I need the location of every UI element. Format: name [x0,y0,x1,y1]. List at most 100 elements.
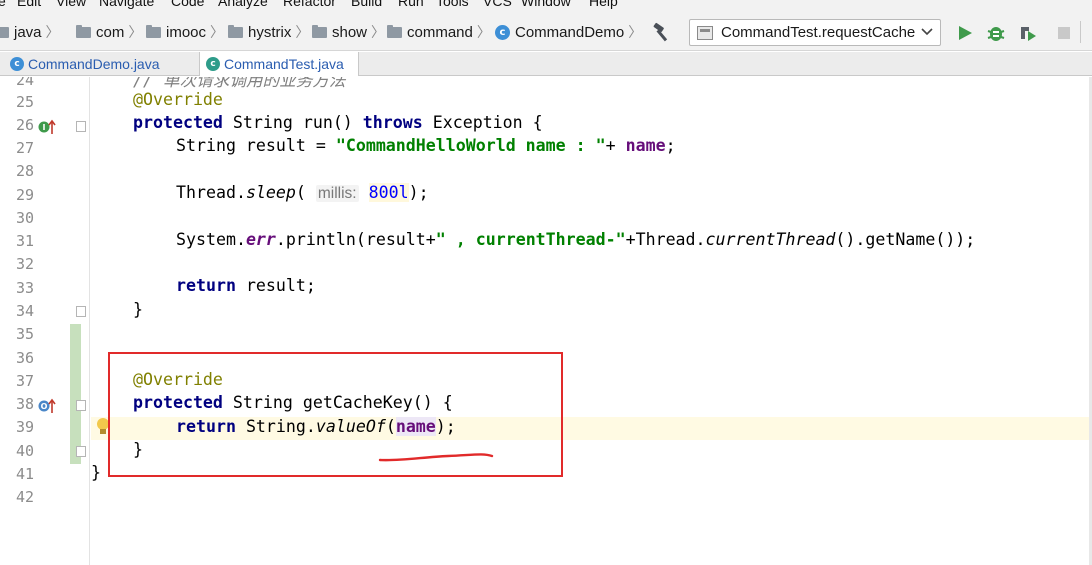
line-number: 25 [15,93,34,111]
code-token: +Thread. [625,230,706,249]
code-token: result; [235,276,316,295]
line-number: 32 [15,255,34,273]
code-line-25: @Override [133,90,223,109]
menu-code[interactable]: Code [171,0,204,9]
editor-gutter: 24 25 26 27 28 29 30 31 32 33 34 35 36 3… [0,77,109,565]
breadcrumb-label: command [407,23,473,41]
fold-toggle[interactable] [76,400,86,411]
run-with-coverage-icon[interactable] [1018,23,1038,43]
svg-text:I: I [43,123,46,132]
string-token: "CommandHelloWorld name : " [335,136,606,155]
debug-bug-icon[interactable] [986,23,1006,43]
breadcrumb-commanddemo[interactable]: c CommandDemo 〉 [495,23,642,41]
breadcrumb-label: hystrix [248,23,292,41]
code-token: String run() [222,113,363,132]
breadcrumb-java[interactable]: java 〉 [0,23,60,41]
breadcrumb-label: com [96,23,125,41]
breadcrumb-hystrix[interactable]: hystrix 〉 [228,23,309,41]
code-editor[interactable]: 24 25 26 27 28 29 30 31 32 33 34 35 36 3… [0,77,1092,565]
line-number: 31 [15,232,34,250]
folder-icon [0,26,9,38]
chevron-right-icon: 〉 [210,24,225,40]
chevron-right-icon: 〉 [628,24,643,40]
fold-toggle[interactable] [76,121,86,132]
menu-vcs[interactable]: VCS [483,0,512,9]
breadcrumb-label: java [14,23,42,41]
code-line-26: protected String run() throws Exception … [133,113,543,132]
method-token: currentThread [705,230,836,249]
chevron-right-icon: 〉 [128,24,143,40]
line-number: 40 [15,442,34,460]
tab-commanddemo[interactable]: c CommandDemo.java [4,52,200,76]
code-line-31: System.err.println(result+" , currentThr… [176,230,975,249]
folder-icon [387,24,402,38]
overrides-method-icon[interactable]: O [38,398,58,414]
code-token: .println(result+ [275,230,436,249]
breadcrumb-label: imooc [166,23,207,41]
string-token: " , currentThread-" [435,230,626,249]
run-icon[interactable] [955,23,975,43]
class-icon: c [10,57,24,71]
fold-toggle[interactable] [76,306,86,317]
menu-help[interactable]: Help [589,0,618,9]
line-number: 30 [15,209,34,227]
menu-run[interactable]: Run [398,0,424,9]
keyword-token: throws [362,113,423,132]
menu-view[interactable]: View [56,0,86,9]
config-icon [697,25,713,40]
code-line-29: Thread.sleep( millis: 800l); [176,183,429,203]
overrides-method-icon[interactable]: I [38,119,58,135]
test-class-icon: c [206,57,220,71]
chevron-right-icon: 〉 [45,24,60,40]
class-icon: c [495,24,510,40]
run-configuration-select[interactable]: CommandTest.requestCache [689,19,941,46]
line-number: 27 [15,139,34,157]
field-token: err [245,230,276,249]
folder-icon [312,24,327,38]
breadcrumb-command[interactable]: command 〉 [387,23,491,41]
code-token: System. [176,230,246,249]
tab-commandtest[interactable]: c CommandTest.java [199,52,359,76]
breadcrumb-imooc[interactable]: imooc 〉 [146,23,224,41]
menu-navigate[interactable]: Navigate [99,0,154,9]
menu-build[interactable]: Build [351,0,382,9]
code-token: ().getName()); [835,230,976,249]
code-line-34: } [133,300,143,319]
code-line-41: } [91,463,101,482]
fold-toggle[interactable] [76,446,86,457]
line-number: 39 [15,418,34,436]
line-number: 38 [15,395,34,413]
menu-file[interactable]: e [0,0,6,9]
menu-analyze[interactable]: Analyze [218,0,268,9]
method-token: sleep [245,183,296,202]
code-token: + [605,136,626,155]
chevron-right-icon: 〉 [371,24,386,40]
tab-label: CommandTest.java [224,56,344,72]
build-hammer-icon[interactable] [652,22,674,42]
field-token: name [625,136,666,155]
line-number: 36 [15,349,34,367]
code-line-27: String result = "CommandHelloWorld name … [176,136,676,155]
line-number: 29 [15,186,34,204]
stop-icon[interactable] [1054,23,1074,43]
line-number: 34 [15,302,34,320]
line-number: 33 [15,279,34,297]
line-number: 24 [15,77,34,89]
line-number: 37 [15,372,34,390]
run-configuration-label: CommandTest.requestCache [721,24,916,41]
chevron-down-icon [921,28,933,36]
breadcrumb-com[interactable]: com 〉 [76,23,142,41]
folder-icon [228,24,243,38]
line-number: 35 [15,325,34,343]
annotation-token: @Override [133,90,223,109]
hand-drawn-underline [378,453,494,462]
menu-window[interactable]: Window [521,0,571,9]
menu-edit[interactable]: Edit [17,0,41,9]
editor-tab-bar: c CommandDemo.java c CommandTest.java [0,52,1092,76]
folder-icon [146,24,161,38]
menu-tools[interactable]: Tools [436,0,469,9]
chevron-right-icon: 〉 [476,24,491,40]
line-number: 41 [15,465,34,483]
breadcrumb-show[interactable]: show 〉 [312,23,385,41]
menu-refactor[interactable]: Refactor [283,0,336,9]
